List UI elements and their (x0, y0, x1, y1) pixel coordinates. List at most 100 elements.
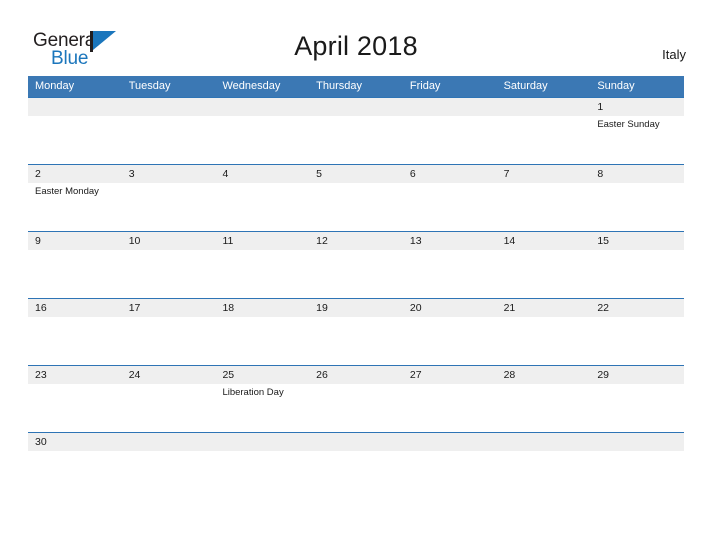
day-cell[interactable] (590, 250, 684, 298)
calendar-grid: Monday Tuesday Wednesday Thursday Friday… (28, 76, 684, 465)
day-cell[interactable] (403, 250, 497, 298)
day-number[interactable]: 2 (28, 165, 122, 183)
day-number[interactable]: 23 (28, 366, 122, 384)
day-number[interactable] (309, 433, 403, 451)
day-cell[interactable] (215, 250, 309, 298)
day-cell[interactable] (309, 451, 403, 465)
day-number[interactable]: 17 (122, 299, 216, 317)
day-number[interactable]: 3 (122, 165, 216, 183)
day-cell[interactable] (122, 250, 216, 298)
day-cell[interactable] (309, 250, 403, 298)
day-number[interactable] (309, 98, 403, 116)
day-cell[interactable] (28, 116, 122, 164)
day-number[interactable]: 24 (122, 366, 216, 384)
day-cell[interactable] (497, 317, 591, 365)
weekday-wednesday: Wednesday (222, 80, 281, 92)
day-number[interactable] (122, 98, 216, 116)
day-number[interactable]: 21 (497, 299, 591, 317)
day-number[interactable]: 16 (28, 299, 122, 317)
day-cell[interactable] (309, 384, 403, 432)
day-cell[interactable]: Liberation Day (215, 384, 309, 432)
day-number[interactable]: 15 (590, 232, 684, 250)
day-cell[interactable] (497, 451, 591, 465)
day-number[interactable]: 11 (215, 232, 309, 250)
day-cell[interactable] (215, 451, 309, 465)
day-number[interactable]: 28 (497, 366, 591, 384)
day-cell[interactable] (309, 116, 403, 164)
day-number[interactable]: 18 (215, 299, 309, 317)
day-cell[interactable] (403, 384, 497, 432)
day-cell[interactable] (215, 317, 309, 365)
day-number[interactable] (497, 433, 591, 451)
day-cell[interactable] (403, 451, 497, 465)
day-number[interactable] (215, 433, 309, 451)
day-cell[interactable] (590, 451, 684, 465)
day-number[interactable]: 10 (122, 232, 216, 250)
day-number[interactable] (122, 433, 216, 451)
week-event-band: Easter Monday (28, 183, 684, 231)
day-number[interactable]: 25 (215, 366, 309, 384)
weekday-saturday: Saturday (503, 80, 548, 92)
day-number[interactable]: 29 (590, 366, 684, 384)
week-event-band (28, 317, 684, 365)
day-number[interactable]: 6 (403, 165, 497, 183)
weekday-thursday: Thursday (316, 80, 363, 92)
day-number[interactable] (215, 98, 309, 116)
day-cell[interactable] (590, 183, 684, 231)
day-cell[interactable] (122, 183, 216, 231)
day-cell[interactable] (122, 317, 216, 365)
day-cell[interactable] (403, 116, 497, 164)
calendar-week-row: 23 24 25 26 27 28 29 Liberation Day (28, 365, 684, 432)
day-cell[interactable] (497, 116, 591, 164)
day-cell[interactable] (122, 451, 216, 465)
day-number[interactable] (497, 98, 591, 116)
weekday-tuesday: Tuesday (128, 80, 171, 92)
day-cell[interactable] (309, 317, 403, 365)
day-number[interactable]: 12 (309, 232, 403, 250)
day-cell[interactable] (590, 384, 684, 432)
day-number[interactable] (28, 98, 122, 116)
day-number[interactable]: 8 (590, 165, 684, 183)
day-event: Easter Monday (35, 186, 99, 197)
day-number[interactable]: 4 (215, 165, 309, 183)
day-cell[interactable]: Easter Sunday (590, 116, 684, 164)
day-cell[interactable] (403, 183, 497, 231)
calendar-week-row: 9 10 11 12 13 14 15 (28, 231, 684, 298)
calendar-week-row: 1 Easter Sunday (28, 97, 684, 164)
day-cell[interactable] (215, 116, 309, 164)
day-cell[interactable] (28, 384, 122, 432)
day-cell[interactable] (28, 250, 122, 298)
day-cell[interactable] (28, 317, 122, 365)
day-number[interactable] (403, 98, 497, 116)
day-number[interactable]: 19 (309, 299, 403, 317)
day-number[interactable]: 5 (309, 165, 403, 183)
day-cell[interactable] (403, 317, 497, 365)
day-cell[interactable]: Easter Monday (28, 183, 122, 231)
week-number-band: 9 10 11 12 13 14 15 (28, 232, 684, 250)
day-cell[interactable] (28, 451, 122, 465)
day-number[interactable] (590, 433, 684, 451)
day-cell[interactable] (215, 183, 309, 231)
day-cell[interactable] (497, 250, 591, 298)
day-cell[interactable] (590, 317, 684, 365)
day-number[interactable]: 26 (309, 366, 403, 384)
day-cell[interactable] (122, 384, 216, 432)
day-number[interactable]: 7 (497, 165, 591, 183)
day-cell[interactable] (122, 116, 216, 164)
day-number[interactable] (403, 433, 497, 451)
week-event-band (28, 451, 684, 465)
week-event-band (28, 250, 684, 298)
day-cell[interactable] (497, 384, 591, 432)
day-number[interactable]: 27 (403, 366, 497, 384)
day-number[interactable]: 22 (590, 299, 684, 317)
day-cell[interactable] (497, 183, 591, 231)
day-number[interactable]: 30 (28, 433, 122, 451)
day-number[interactable]: 13 (403, 232, 497, 250)
week-number-band: 23 24 25 26 27 28 29 (28, 366, 684, 384)
week-number-band: 30 (28, 433, 684, 451)
day-number[interactable]: 14 (497, 232, 591, 250)
day-cell[interactable] (309, 183, 403, 231)
day-number[interactable]: 9 (28, 232, 122, 250)
day-number[interactable]: 20 (403, 299, 497, 317)
day-number[interactable]: 1 (590, 98, 684, 116)
